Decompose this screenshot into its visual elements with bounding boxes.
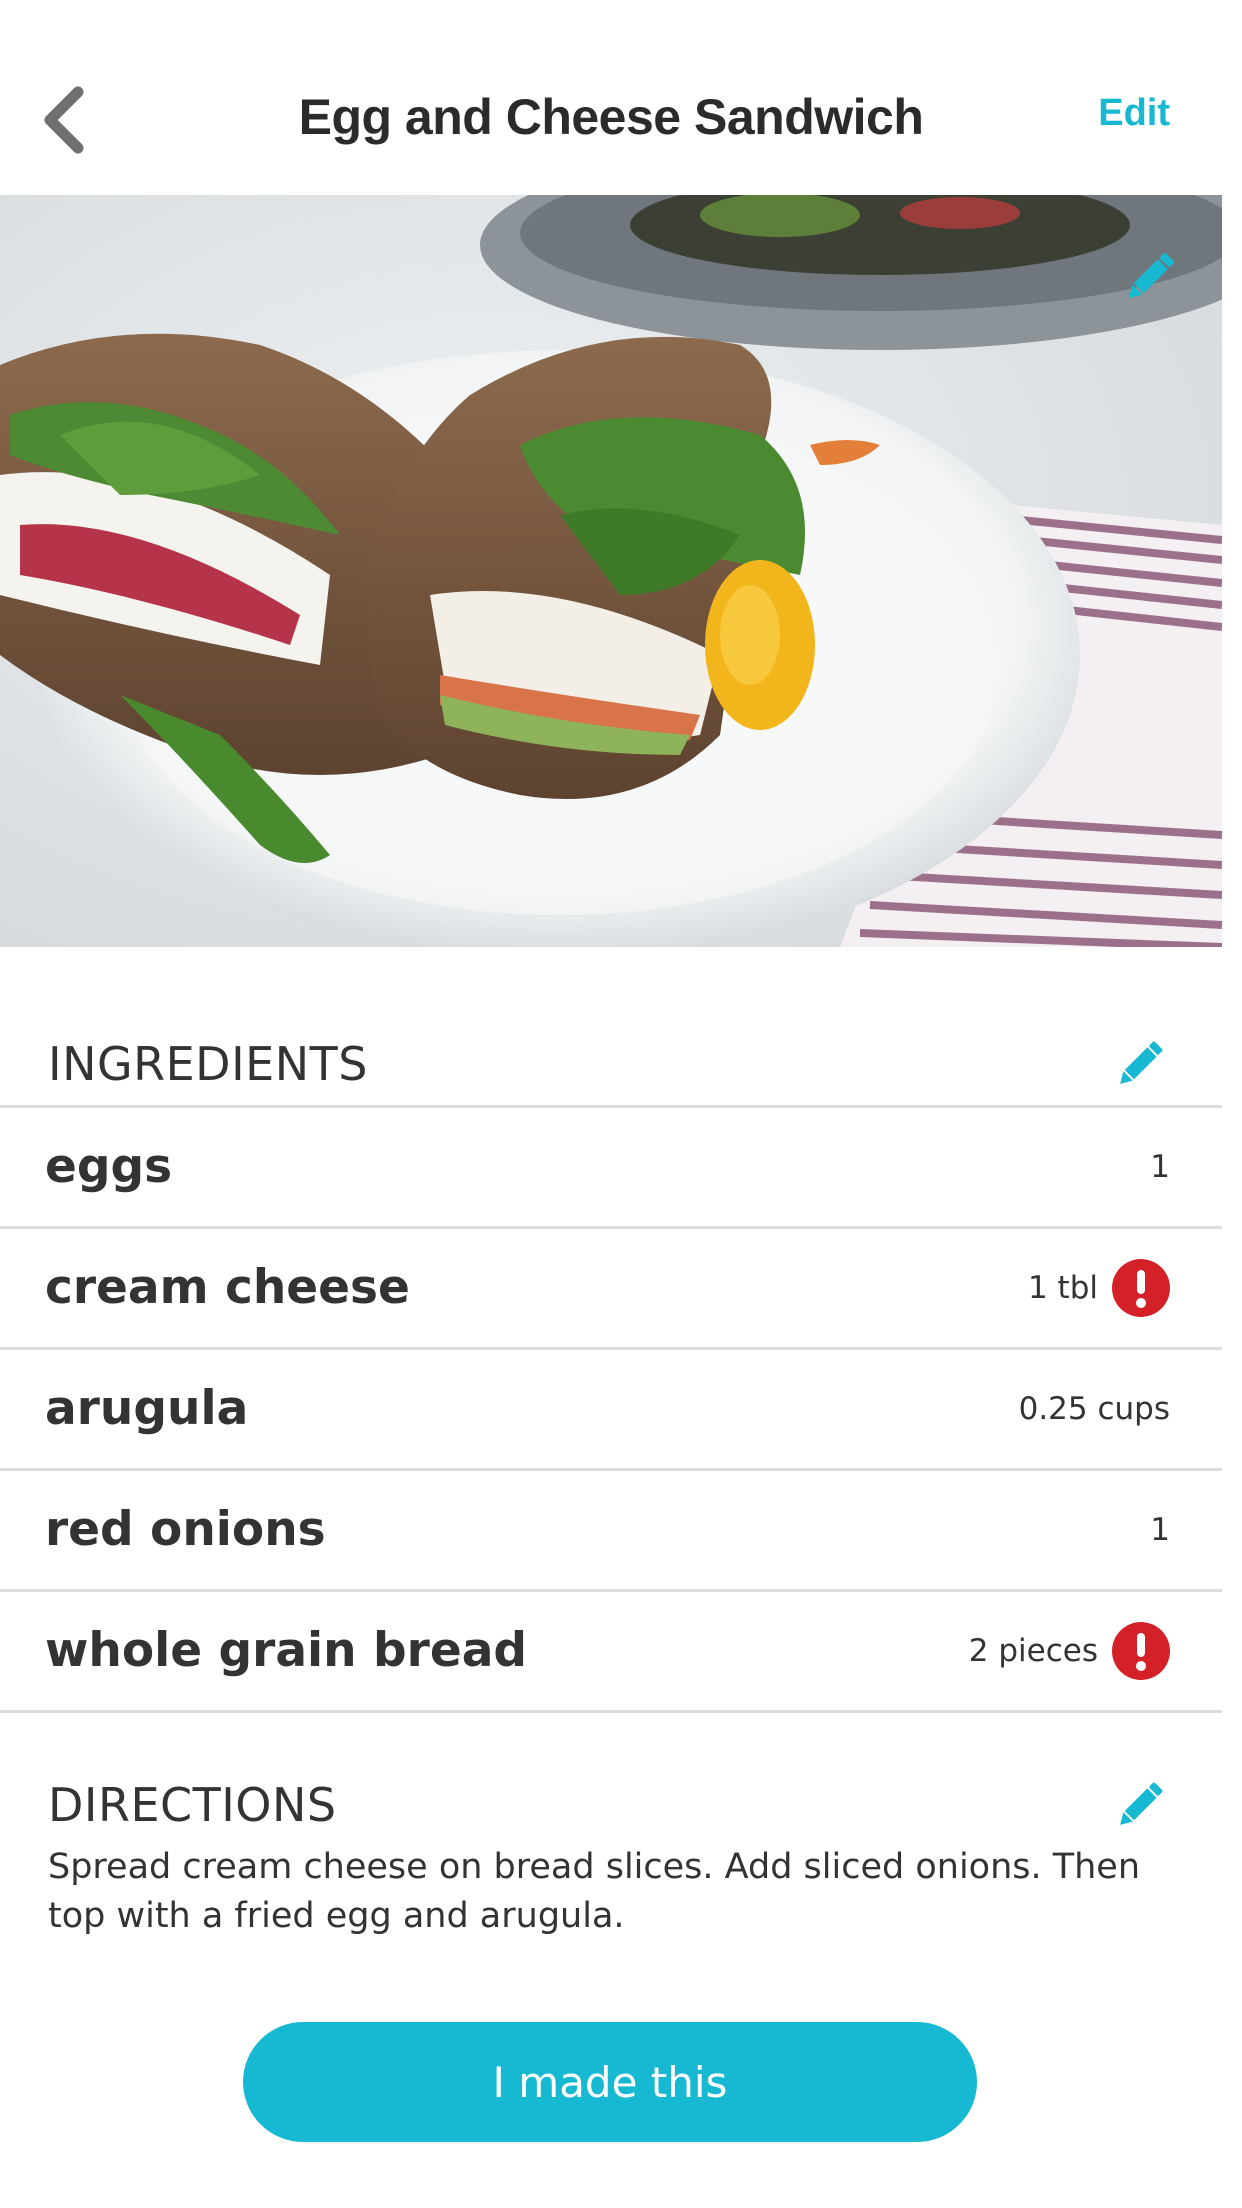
ingredient-name: whole grain bread (45, 1623, 528, 1678)
ingredient-row[interactable]: cream cheese 1 tbl (0, 1229, 1222, 1350)
ingredient-row[interactable]: whole grain bread 2 pieces (0, 1592, 1222, 1713)
edit-button[interactable]: Edit (1098, 88, 1170, 138)
recipe-photo (0, 195, 1222, 947)
directions-text: Spread cream cheese on bread slices. Add… (48, 1847, 1141, 1936)
ingredient-meta: 0.25 cups (1019, 1380, 1170, 1438)
exclamation-icon[interactable] (1112, 1622, 1170, 1680)
pencil-icon (1120, 1782, 1163, 1825)
ingredients-edit-button[interactable] (1110, 1034, 1170, 1094)
photo-edit-button[interactable] (1118, 245, 1182, 309)
ingredients-heading: INGREDIENTS (48, 1037, 368, 1091)
exclamation-icon[interactable] (1112, 1259, 1170, 1317)
made-this-button[interactable]: I made this (243, 2022, 977, 2142)
page-title: Egg and Cheese Sandwich (298, 89, 924, 145)
ingredient-meta: 1 (1150, 1138, 1170, 1196)
directions-heading: DIRECTIONS (48, 1778, 337, 1832)
ingredient-row[interactable]: arugula 0.25 cups (0, 1350, 1222, 1471)
back-button[interactable] (30, 80, 100, 160)
ingredient-quantity: 2 pieces (968, 1633, 1098, 1669)
nav-header: Egg and Cheese Sandwich Edit (0, 0, 1222, 195)
ingredient-quantity: 0.25 cups (1018, 1391, 1170, 1427)
ingredient-quantity: 1 (1150, 1512, 1170, 1548)
ingredient-name: red onions (45, 1502, 326, 1557)
ingredient-quantity: 1 tbl (1027, 1270, 1098, 1306)
exclamation-glyph (1136, 1270, 1146, 1308)
sandwich-photo (0, 195, 1222, 947)
ingredient-meta: 2 pieces (969, 1622, 1170, 1680)
ingredient-meta: 1 (1150, 1501, 1170, 1559)
pencil-icon (1120, 1041, 1163, 1084)
recipe-screen: Egg and Cheese Sandwich Edit INGREDIENTS… (0, 0, 1222, 2208)
ingredient-list: eggs 1 cream cheese 1 tbl arugula 0.25 c… (0, 1108, 1222, 1713)
ingredient-name: cream cheese (45, 1260, 410, 1315)
exclamation-glyph (1136, 1633, 1146, 1671)
ingredient-name: eggs (45, 1139, 173, 1194)
ingredient-row[interactable]: eggs 1 (0, 1108, 1222, 1229)
ingredient-quantity: 1 (1150, 1149, 1170, 1185)
ingredient-name: arugula (45, 1381, 249, 1436)
directions-edit-button[interactable] (1110, 1775, 1170, 1835)
ingredient-row[interactable]: red onions 1 (0, 1471, 1222, 1592)
ingredient-meta: 1 tbl (1028, 1259, 1170, 1317)
pencil-icon (1128, 253, 1174, 299)
chevron-left-icon (44, 86, 84, 154)
